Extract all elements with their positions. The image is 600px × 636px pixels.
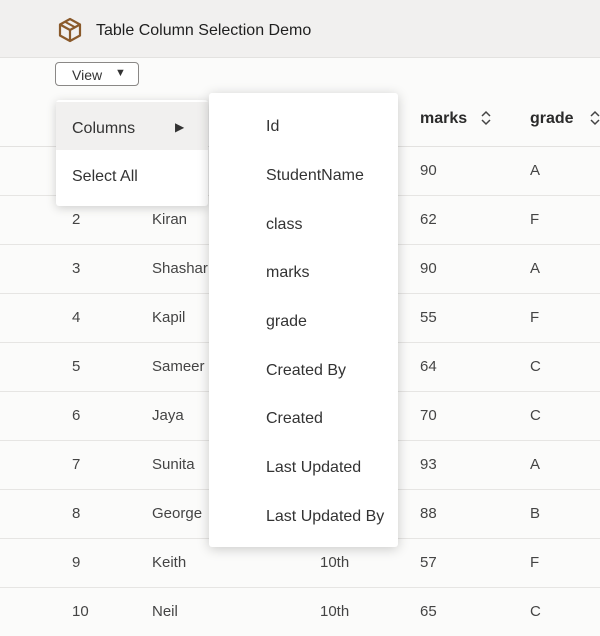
cell-grade: B xyxy=(530,505,541,522)
cell-student-name: Jaya xyxy=(152,407,184,424)
view-dropdown-menu: Columns ▶ Select All xyxy=(56,100,208,206)
cell-student-name: Neil xyxy=(152,603,178,620)
submenu-item-class[interactable]: class xyxy=(266,216,302,234)
box-icon xyxy=(58,17,82,43)
submenu-item-marks[interactable]: marks xyxy=(266,264,310,282)
cell-marks: 93 xyxy=(420,456,437,473)
menu-item-label: Select All xyxy=(72,168,138,185)
column-header-marks[interactable]: marks xyxy=(420,110,467,128)
menu-item-select-all[interactable]: Select All xyxy=(56,150,208,198)
cell-id: 10 xyxy=(72,603,89,620)
cell-id: 2 xyxy=(72,211,81,228)
cell-grade: F xyxy=(530,211,540,228)
submenu-item-grade[interactable]: grade xyxy=(266,313,307,331)
cell-student-name: Kiran xyxy=(152,211,188,228)
caret-down-icon: ▼ xyxy=(115,67,126,79)
submenu-item-last-updated[interactable]: Last Updated xyxy=(266,459,361,477)
cell-marks: 88 xyxy=(420,505,437,522)
cell-grade: A xyxy=(530,162,541,179)
cell-class: 10th xyxy=(320,603,350,620)
view-menu-button[interactable]: View ▼ xyxy=(55,62,139,86)
cell-student-name: Sunita xyxy=(152,456,195,473)
chevron-right-icon: ▶ xyxy=(175,120,185,134)
cell-id: 6 xyxy=(72,407,81,424)
cell-student-name: George xyxy=(152,505,203,522)
cell-marks: 55 xyxy=(420,309,437,326)
cell-marks: 62 xyxy=(420,211,437,228)
cell-student-name: Keith xyxy=(152,554,187,571)
cell-grade: F xyxy=(530,309,540,326)
cell-marks: 90 xyxy=(420,162,437,179)
app-title: Table Column Selection Demo xyxy=(96,22,312,39)
cell-grade: C xyxy=(530,407,541,424)
cell-student-name: Shashar xyxy=(152,260,208,277)
submenu-item-created[interactable]: Created xyxy=(266,410,323,428)
menu-item-columns[interactable]: Columns ▶ xyxy=(56,102,208,150)
sort-icon[interactable] xyxy=(589,110,600,126)
cell-id: 7 xyxy=(72,456,81,473)
cell-grade: C xyxy=(530,603,541,620)
cell-grade: A xyxy=(530,456,541,473)
cell-marks: 65 xyxy=(420,603,437,620)
cell-marks: 90 xyxy=(420,260,437,277)
app-header: Table Column Selection Demo xyxy=(0,0,600,58)
cell-grade: C xyxy=(530,358,541,375)
cell-student-name: Kapil xyxy=(152,309,186,326)
cell-class: 10th xyxy=(320,554,350,571)
sort-icon[interactable] xyxy=(480,110,492,126)
cell-marks: 64 xyxy=(420,358,437,375)
cell-id: 8 xyxy=(72,505,81,522)
table-row[interactable]: 10 Neil 10th 65 C xyxy=(0,587,600,636)
column-header-grade[interactable]: grade xyxy=(530,110,574,128)
view-button-label: View xyxy=(72,67,103,83)
submenu-item-last-updated-by[interactable]: Last Updated By xyxy=(266,508,384,526)
submenu-item-student-name[interactable]: StudentName xyxy=(266,167,364,185)
submenu-item-created-by[interactable]: Created By xyxy=(266,362,346,380)
cell-id: 9 xyxy=(72,554,81,571)
cell-grade: A xyxy=(530,260,541,277)
submenu-item-id[interactable]: Id xyxy=(266,118,279,136)
menu-item-label: Columns xyxy=(72,120,136,137)
cell-id: 3 xyxy=(72,260,81,277)
cell-marks: 57 xyxy=(420,554,437,571)
cell-id: 5 xyxy=(72,358,81,375)
columns-submenu: Id StudentName class marks grade Created… xyxy=(209,93,398,547)
cell-student-name: Sameer xyxy=(152,358,205,375)
cell-marks: 70 xyxy=(420,407,437,424)
cell-grade: F xyxy=(530,554,540,571)
cell-id: 4 xyxy=(72,309,81,326)
